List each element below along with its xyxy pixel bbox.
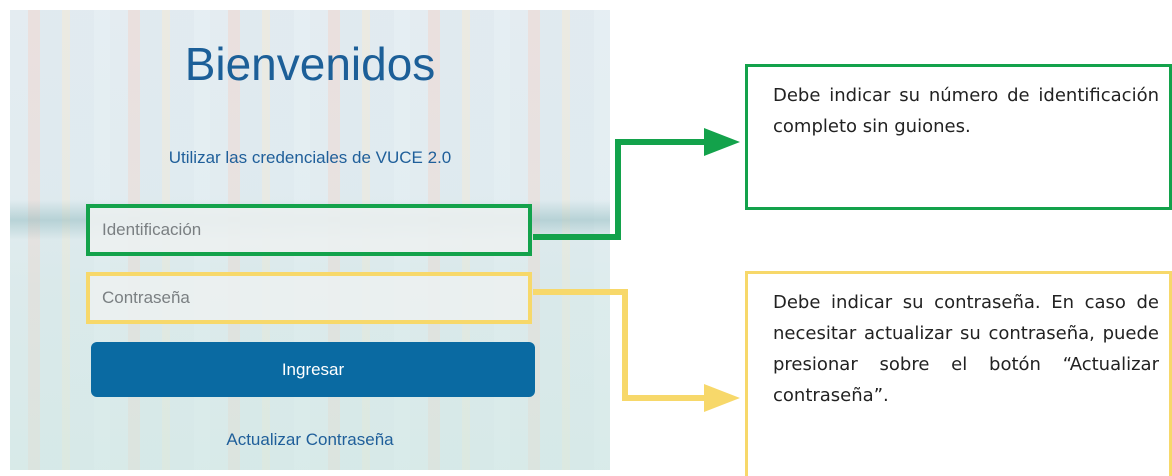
yellow-arrowhead-icon [704, 384, 740, 412]
yellow-connector-line [533, 289, 712, 401]
password-note: Debe indicar su contraseña. En caso de n… [745, 271, 1172, 476]
green-connector-line [533, 139, 712, 240]
identification-note: Debe indicar su número de identificación… [745, 64, 1172, 210]
green-arrowhead-icon [704, 128, 740, 156]
